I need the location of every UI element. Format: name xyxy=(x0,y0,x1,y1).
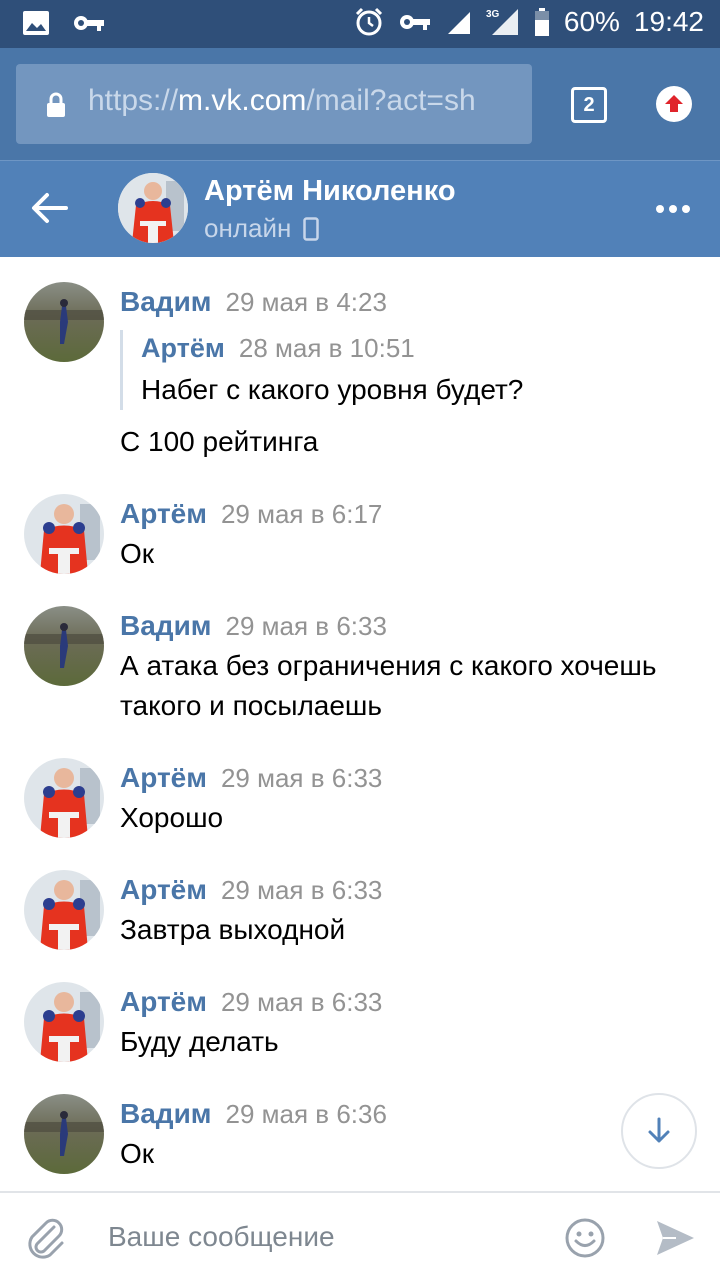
message-time: 29 мая в 4:23 xyxy=(225,287,387,317)
sender-avatar[interactable] xyxy=(24,758,104,838)
avatar-image xyxy=(24,282,104,362)
quote-author: Артём 28 мая в 10:51 xyxy=(141,330,661,366)
network-type-label: 3G xyxy=(486,9,500,20)
sender-avatar[interactable] xyxy=(24,494,104,574)
message-time: 29 мая в 6:36 xyxy=(225,1099,387,1129)
browser-toolbar: https://m.vk.com/mail?act=sh 2 xyxy=(0,48,720,160)
mobile-icon xyxy=(303,216,320,241)
url-host: m.vk.com xyxy=(178,84,307,117)
status-bar: 3G 60% 19:42 xyxy=(0,0,720,48)
message-time: 29 мая в 6:33 xyxy=(220,763,383,793)
quoted-message[interactable]: Артём 28 мая в 10:51 Набег с какого уровн… xyxy=(120,330,661,410)
message-author[interactable]: Артём 29 мая в 6:17 xyxy=(120,498,382,530)
message-text: Завтра выходной xyxy=(120,914,346,945)
avatar-image xyxy=(24,870,104,950)
scroll-down-button[interactable] xyxy=(621,1093,697,1169)
quote-time: 28 мая в 10:51 xyxy=(238,333,415,363)
clock: 19:42 xyxy=(633,6,704,37)
upload-arrow-icon xyxy=(665,95,683,112)
sender-avatar[interactable] xyxy=(24,282,104,362)
more-dots-icon[interactable] xyxy=(656,205,690,213)
sender-avatar[interactable] xyxy=(24,1094,104,1174)
url-text[interactable]: https://m.vk.com/mail?act=sh xyxy=(88,84,476,118)
message-text: А атака без ограничения с какого хочешь … xyxy=(120,650,657,721)
avatar-image xyxy=(24,758,104,838)
quote-author-name: Артём xyxy=(141,333,225,363)
paperclip-icon[interactable] xyxy=(24,1215,68,1261)
message-time: 29 мая в 6:33 xyxy=(220,987,383,1017)
message-author[interactable]: Вадим 29 мая в 4:23 xyxy=(120,286,387,318)
message-text: Буду делать xyxy=(120,1026,279,1057)
message-text: Хорошо xyxy=(120,802,224,833)
author-name: Вадим xyxy=(120,286,212,317)
message-list: Вадим 29 мая в 4:23 Артём 28 мая в 10:51 Н… xyxy=(0,256,720,1191)
upload-button[interactable] xyxy=(656,86,692,122)
message-text: Ок xyxy=(120,1138,155,1169)
url-scheme: https:// xyxy=(88,84,179,117)
key-icon xyxy=(74,16,104,31)
message-time: 29 мая в 6:33 xyxy=(220,875,383,905)
message-author[interactable]: Артём 29 мая в 6:33 xyxy=(120,986,382,1018)
contact-avatar[interactable] xyxy=(118,173,188,243)
message-text: С 100 рейтинга xyxy=(120,426,319,457)
sender-avatar[interactable] xyxy=(24,982,104,1062)
signal-icon xyxy=(447,12,470,34)
back-arrow-icon[interactable] xyxy=(30,191,68,225)
smile-icon[interactable] xyxy=(564,1217,606,1259)
contact-status: онлайн xyxy=(204,213,320,244)
message-author[interactable]: Вадим 29 мая в 6:33 xyxy=(120,610,387,642)
message-author[interactable]: Артём 29 мая в 6:33 xyxy=(120,874,382,906)
message-time: 29 мая в 6:33 xyxy=(225,611,387,641)
author-name: Вадим xyxy=(120,610,212,641)
gallery-icon xyxy=(23,11,49,35)
author-name: Артём xyxy=(120,762,207,793)
sender-avatar[interactable] xyxy=(24,606,104,686)
sender-avatar[interactable] xyxy=(24,870,104,950)
arrow-down-icon xyxy=(648,1117,670,1143)
send-icon[interactable] xyxy=(654,1217,696,1259)
author-name: Артём xyxy=(120,874,207,905)
avatar-image xyxy=(24,1094,104,1174)
message-input[interactable]: Ваше сообщение xyxy=(108,1221,335,1253)
avatar-image xyxy=(24,494,104,574)
vpn-key-icon xyxy=(399,15,430,30)
url-path: /mail?act=sh xyxy=(306,84,476,117)
message-author[interactable]: Артём 29 мая в 6:33 xyxy=(120,762,382,794)
status-text: онлайн xyxy=(204,213,292,243)
lock-icon xyxy=(47,92,65,117)
avatar-image xyxy=(118,173,188,243)
message-composer: Ваше сообщение xyxy=(0,1191,720,1282)
message-time: 29 мая в 6:17 xyxy=(220,499,383,529)
address-bar[interactable]: https://m.vk.com/mail?act=sh xyxy=(16,64,532,144)
mobile-signal-icon: 3G xyxy=(486,9,518,35)
message-author[interactable]: Вадим 29 мая в 6:36 xyxy=(120,1098,387,1130)
alarm-icon xyxy=(355,7,382,36)
author-name: Артём xyxy=(120,498,207,529)
battery-percent: 60% xyxy=(563,6,620,37)
avatar-image xyxy=(24,606,104,686)
tab-switcher-button[interactable]: 2 xyxy=(571,87,607,123)
battery-icon xyxy=(534,8,549,36)
chat-header: Артём Николенко онлайн xyxy=(0,160,720,257)
author-name: Вадим xyxy=(120,1098,212,1129)
message-text: Ок xyxy=(120,538,155,569)
quote-text: Набег с какого уровня будет? xyxy=(141,374,524,405)
author-name: Артём xyxy=(120,986,207,1017)
avatar-image xyxy=(24,982,104,1062)
contact-name[interactable]: Артём Николенко xyxy=(204,175,456,208)
